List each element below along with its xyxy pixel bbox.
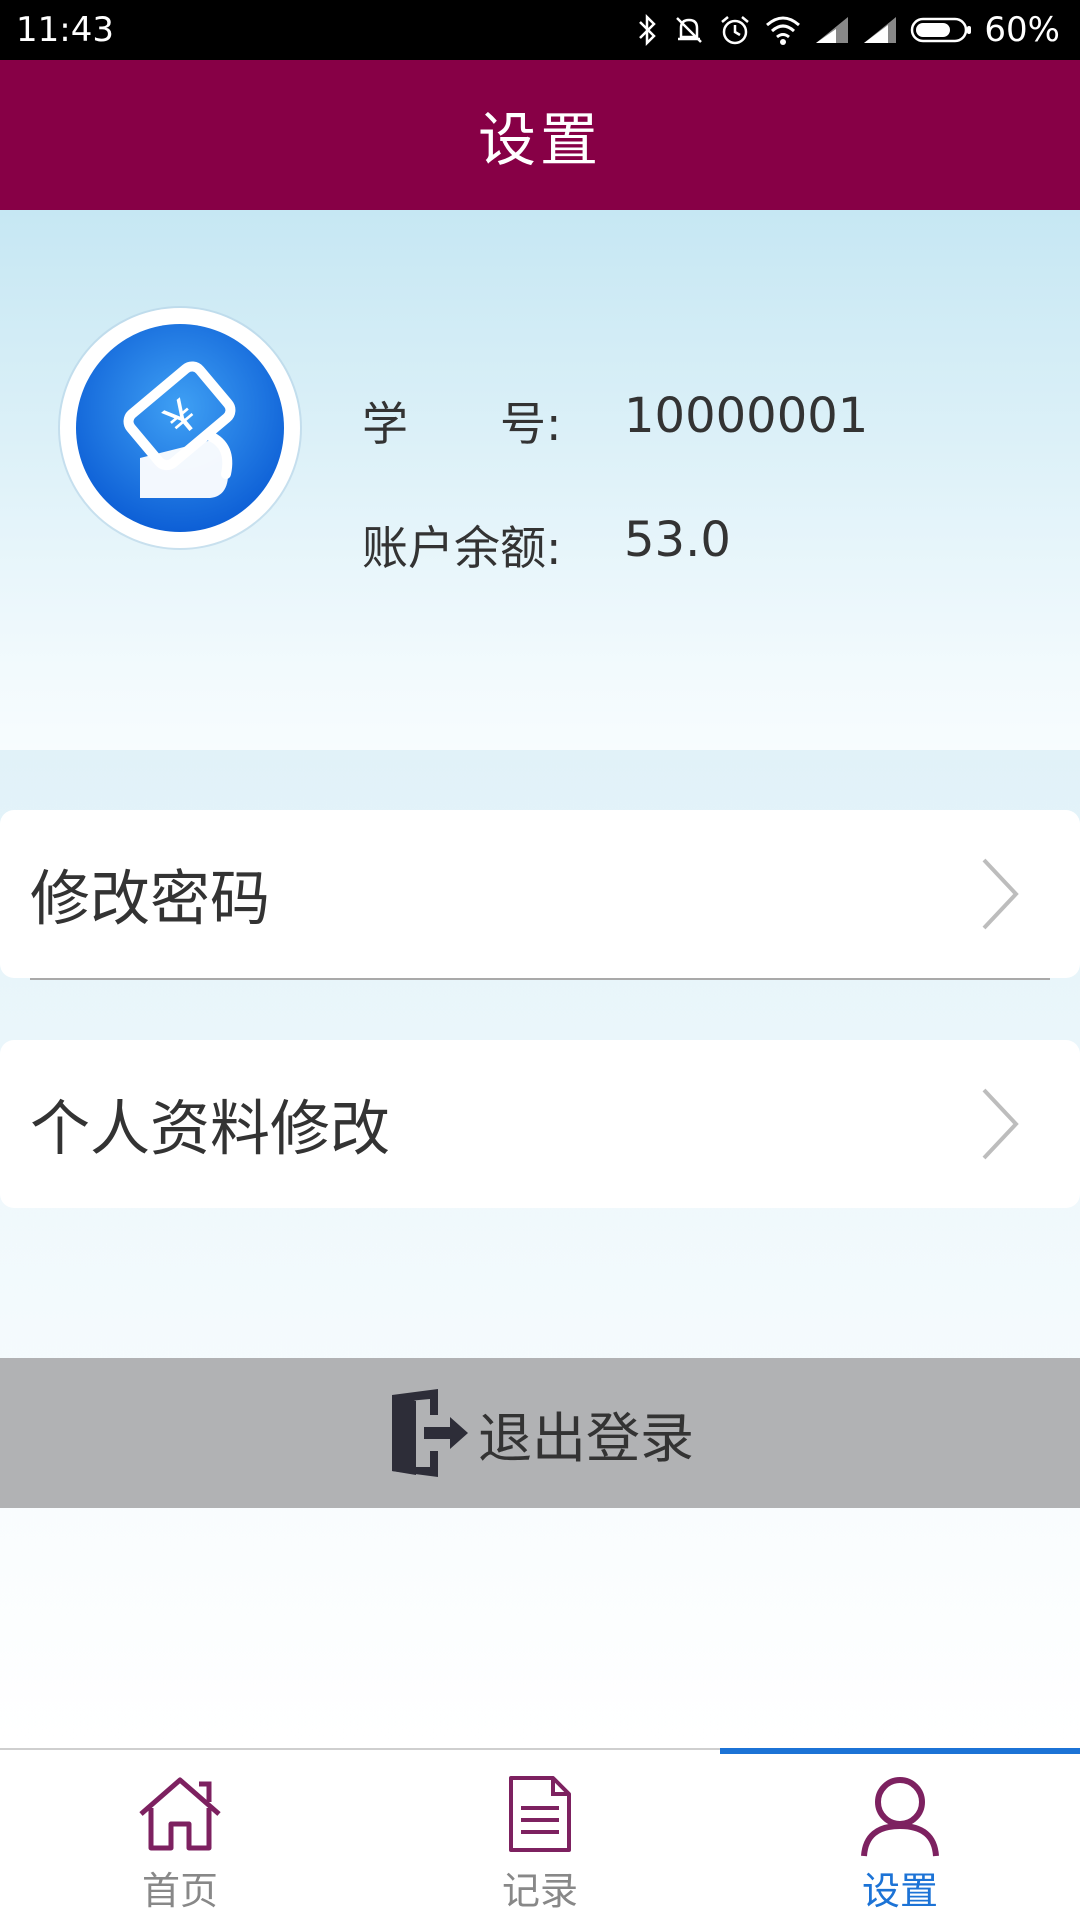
page-title: 设置 xyxy=(477,106,602,174)
tab-home[interactable]: 首页 xyxy=(0,1750,360,1922)
edit-profile-label: 个人资料修改 xyxy=(30,1094,390,1165)
logout-button[interactable]: 退出登录 xyxy=(0,1358,1080,1508)
tab-home-label: 首页 xyxy=(141,1869,218,1913)
user-icon xyxy=(861,1777,939,1857)
change-password-item[interactable]: 修改密码 xyxy=(0,810,1080,978)
profile-panel: ¥ 学 号: 10000001 账户余额: 53.0 xyxy=(0,210,1080,750)
tab-records[interactable]: 记录 xyxy=(360,1750,720,1922)
change-password-label: 修改密码 xyxy=(30,864,270,935)
active-tab-indicator xyxy=(720,1748,1080,1754)
avatar: ¥ xyxy=(60,308,300,548)
bluetooth-icon xyxy=(639,13,657,47)
battery-icon xyxy=(911,17,972,43)
balance-value: 53.0 xyxy=(624,512,731,568)
edit-profile-item[interactable]: 个人资料修改 xyxy=(0,1040,1080,1208)
logout-icon xyxy=(392,1389,468,1477)
student-id-label: 学 号: xyxy=(362,397,562,451)
status-time: 11:43 xyxy=(16,10,114,50)
mute-icon xyxy=(676,17,703,43)
home-icon xyxy=(139,1777,221,1851)
logout-label: 退出登录 xyxy=(478,1406,694,1470)
wifi-icon xyxy=(766,16,801,45)
signal-icon xyxy=(816,17,849,43)
app-header: 设置 xyxy=(0,60,1080,210)
payment-card-icon: ¥ xyxy=(76,324,284,532)
document-icon xyxy=(509,1776,571,1852)
tab-records-label: 记录 xyxy=(501,1869,578,1913)
balance-label: 账户余额: xyxy=(362,521,562,575)
battery-percent: 60% xyxy=(984,10,1060,50)
tab-settings[interactable]: 设置 xyxy=(720,1748,1080,1922)
signal-icon-2 xyxy=(864,17,897,43)
status-bar: 11:43 60% xyxy=(0,0,1080,60)
alarm-icon xyxy=(721,16,750,45)
divider xyxy=(30,978,1050,980)
status-icons: 60% xyxy=(636,6,1060,54)
tab-settings-label: 设置 xyxy=(861,1869,938,1913)
chevron-right-icon xyxy=(982,858,1019,930)
student-id-value: 10000001 xyxy=(624,388,869,444)
bottom-tab-bar: 首页 记录 设置 xyxy=(0,1748,1080,1922)
chevron-right-icon xyxy=(982,1088,1019,1160)
